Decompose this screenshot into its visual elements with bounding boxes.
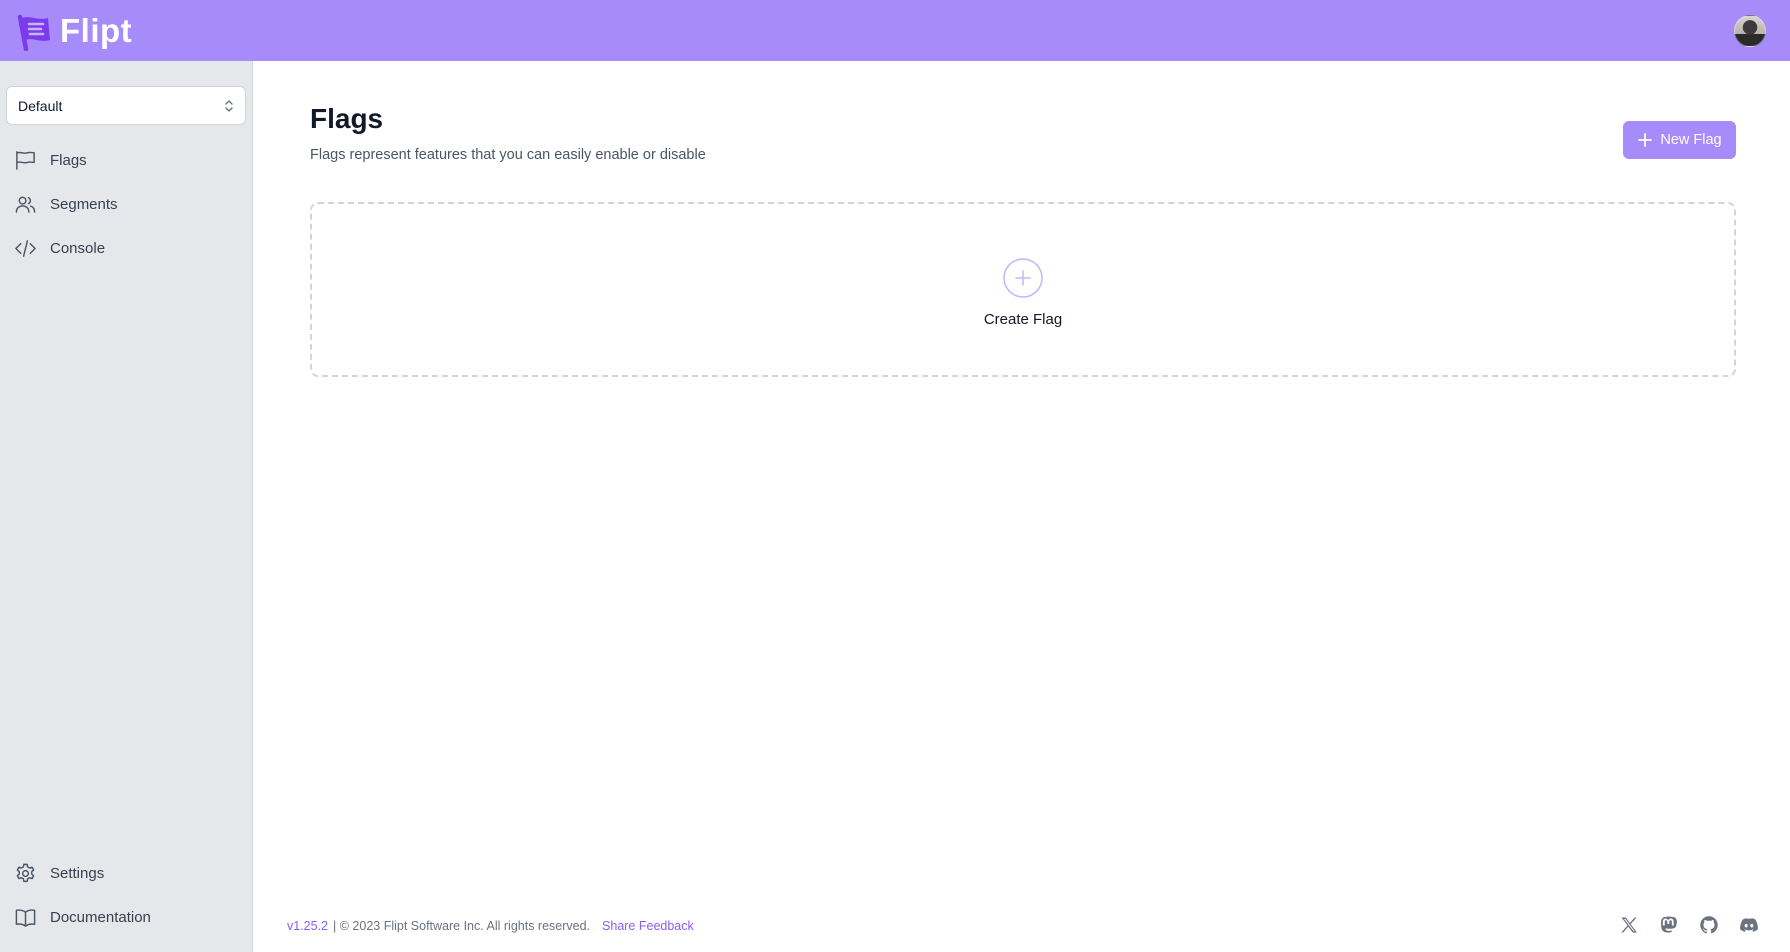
flag-icon bbox=[16, 150, 35, 170]
plus-circle-icon bbox=[1003, 258, 1043, 298]
sidebar-item-documentation[interactable]: Documentation bbox=[0, 895, 253, 939]
sidebar-item-label: Settings bbox=[50, 864, 105, 882]
sidebar-bottom-nav: Settings Documentation bbox=[0, 851, 253, 939]
users-icon bbox=[15, 196, 36, 213]
new-flag-button[interactable]: New Flag bbox=[1623, 121, 1736, 159]
sidebar-item-flags[interactable]: Flags bbox=[0, 138, 253, 182]
social-links bbox=[1619, 915, 1759, 935]
share-feedback-link[interactable]: Share Feedback bbox=[602, 919, 694, 933]
copyright-text: | © 2023 Flipt Software Inc. All rights … bbox=[333, 919, 591, 933]
brand-name: Flipt bbox=[60, 11, 133, 49]
sidebar-item-segments[interactable]: Segments bbox=[0, 182, 253, 226]
sidebar: Default Flags Segments Console Settings … bbox=[0, 61, 253, 952]
book-icon bbox=[15, 908, 36, 927]
flipt-logo-icon bbox=[17, 14, 50, 51]
sidebar-item-label: Documentation bbox=[50, 908, 151, 926]
code-icon bbox=[15, 239, 36, 257]
new-flag-button-label: New Flag bbox=[1660, 132, 1722, 148]
main-content: Flags Flags represent features that you … bbox=[253, 61, 1790, 952]
sidebar-item-label: Segments bbox=[50, 195, 118, 213]
chevron-up-down-icon bbox=[225, 99, 233, 112]
page-subtitle: Flags represent features that you can ea… bbox=[310, 147, 706, 163]
namespace-value: Default bbox=[18, 97, 63, 114]
top-bar: Flipt bbox=[0, 0, 1790, 61]
brand-logo[interactable]: Flipt bbox=[14, 11, 132, 51]
sidebar-item-label: Console bbox=[50, 239, 106, 257]
plus-icon bbox=[1638, 133, 1653, 147]
sidebar-item-console[interactable]: Console bbox=[0, 226, 253, 270]
create-flag-empty-state[interactable]: Create Flag bbox=[310, 202, 1736, 377]
sidebar-item-settings[interactable]: Settings bbox=[0, 851, 253, 895]
user-avatar[interactable] bbox=[1734, 14, 1766, 47]
create-flag-label: Create Flag bbox=[983, 311, 1063, 328]
discord-icon[interactable] bbox=[1739, 915, 1759, 935]
page-title: Flags bbox=[310, 103, 384, 134]
x-icon[interactable] bbox=[1619, 915, 1639, 935]
sidebar-item-label: Flags bbox=[50, 151, 87, 169]
sidebar-nav: Flags Segments Console bbox=[0, 138, 253, 270]
footer: v1.25.2 | © 2023 Flipt Software Inc. All… bbox=[287, 919, 694, 933]
mastodon-icon[interactable] bbox=[1659, 915, 1679, 935]
gear-icon bbox=[16, 863, 35, 882]
version-text: v1.25.2 bbox=[287, 919, 329, 933]
namespace-select[interactable]: Default bbox=[6, 86, 246, 125]
github-icon[interactable] bbox=[1699, 915, 1719, 935]
